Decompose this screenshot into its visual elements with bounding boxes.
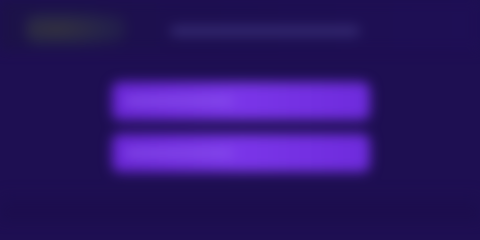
option-button-1-label [124,96,234,106]
header-title [170,26,360,36]
option-button-2[interactable] [112,134,370,172]
option-button-1[interactable] [112,82,370,120]
blurred-screen [0,0,480,220]
option-button-2-label [124,148,234,158]
footer-shade [0,190,480,220]
app-logo-icon [26,12,126,46]
header-bar [0,0,480,50]
